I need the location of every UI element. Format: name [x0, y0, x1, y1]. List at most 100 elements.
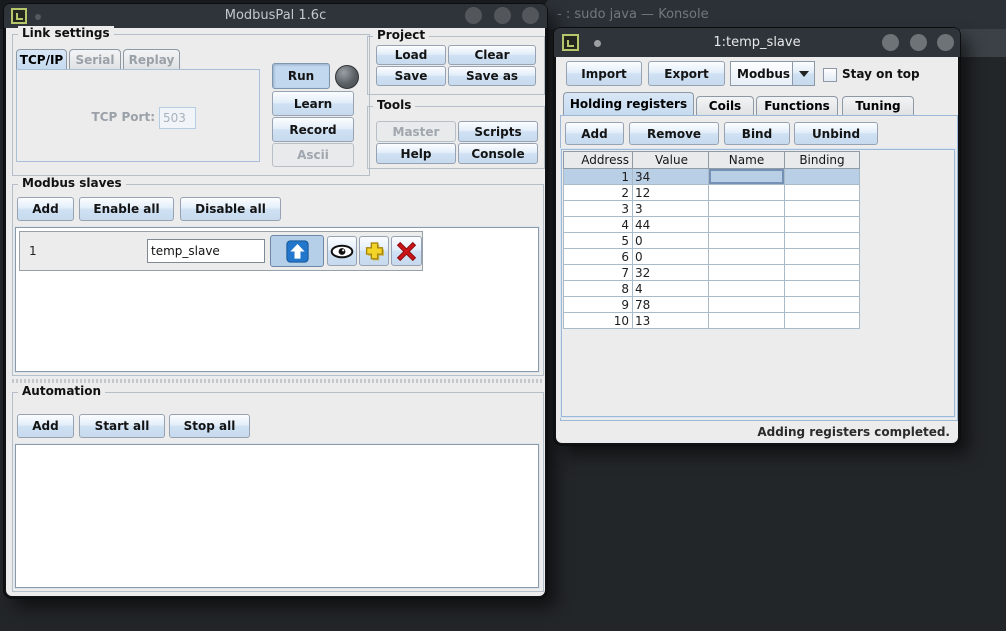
- register-add-button[interactable]: Add: [565, 122, 624, 145]
- cell-name[interactable]: [709, 281, 785, 297]
- disable-all-button[interactable]: Disable all: [180, 197, 281, 221]
- tab-holding-registers[interactable]: Holding registers: [563, 92, 694, 115]
- cell-name[interactable]: [709, 233, 785, 249]
- cell-binding[interactable]: [785, 297, 860, 313]
- cell-name[interactable]: [709, 265, 785, 281]
- close-button[interactable]: [522, 7, 539, 24]
- cell-name[interactable]: [709, 217, 785, 233]
- register-bind-button[interactable]: Bind: [724, 122, 790, 145]
- register-unbind-button[interactable]: Unbind: [794, 122, 878, 145]
- cell-value[interactable]: 4: [633, 281, 709, 297]
- register-row[interactable]: 212: [563, 185, 860, 201]
- slave-editor-titlebar[interactable]: 1:temp_slave: [554, 28, 960, 57]
- register-row[interactable]: 60: [563, 249, 860, 265]
- enable-all-button[interactable]: Enable all: [79, 197, 174, 221]
- register-row[interactable]: 134: [563, 169, 860, 185]
- cell-address[interactable]: 8: [563, 281, 633, 297]
- tab-tcpip[interactable]: TCP/IP: [16, 49, 67, 69]
- column-header-binding[interactable]: Binding: [785, 151, 860, 169]
- register-row[interactable]: 732: [563, 265, 860, 281]
- slave-up-button[interactable]: [270, 235, 324, 267]
- cell-value[interactable]: 13: [633, 313, 709, 329]
- cell-value[interactable]: 0: [633, 249, 709, 265]
- cell-value[interactable]: 12: [633, 185, 709, 201]
- help-button[interactable]: Help: [376, 143, 456, 164]
- cell-value[interactable]: 3: [633, 201, 709, 217]
- column-header-name[interactable]: Name: [709, 151, 785, 169]
- mode-combobox[interactable]: Modbus: [730, 61, 815, 86]
- scripts-button[interactable]: Scripts: [458, 121, 538, 142]
- register-row[interactable]: 978: [563, 297, 860, 313]
- cell-address[interactable]: 6: [563, 249, 633, 265]
- learn-button[interactable]: Learn: [272, 91, 354, 116]
- cell-binding[interactable]: [785, 249, 860, 265]
- cell-name[interactable]: [709, 201, 785, 217]
- start-all-button[interactable]: Start all: [79, 414, 165, 438]
- cell-binding[interactable]: [785, 201, 860, 217]
- cell-address[interactable]: 10: [563, 313, 633, 329]
- cell-binding[interactable]: [785, 281, 860, 297]
- maximize-button[interactable]: [494, 7, 511, 24]
- master-button[interactable]: Master: [376, 121, 456, 142]
- import-button[interactable]: Import: [566, 61, 642, 86]
- automation-add-button[interactable]: Add: [17, 414, 74, 438]
- register-row[interactable]: 1013: [563, 313, 860, 329]
- register-row[interactable]: 84: [563, 281, 860, 297]
- minimize-button[interactable]: [882, 34, 899, 51]
- console-button[interactable]: Console: [458, 143, 538, 164]
- cell-address[interactable]: 9: [563, 297, 633, 313]
- tcp-port-field[interactable]: [159, 107, 196, 129]
- close-button[interactable]: [937, 34, 954, 51]
- register-row[interactable]: 50: [563, 233, 860, 249]
- cell-name[interactable]: [709, 185, 785, 201]
- cell-address[interactable]: 4: [563, 217, 633, 233]
- split-divider[interactable]: [12, 379, 542, 383]
- modbuspal-titlebar[interactable]: ModbusPal 1.6c: [4, 4, 547, 28]
- tab-functions[interactable]: Functions: [756, 96, 838, 115]
- konsole-titlebar[interactable]: - : sudo java — Konsole: [545, 0, 1006, 29]
- slave-add-automation-button[interactable]: [359, 236, 389, 266]
- slave-delete-button[interactable]: [391, 236, 422, 266]
- cell-binding[interactable]: [785, 233, 860, 249]
- save-button[interactable]: Save: [376, 66, 446, 86]
- register-remove-button[interactable]: Remove: [629, 122, 719, 145]
- export-button[interactable]: Export: [648, 61, 725, 86]
- save-as-button[interactable]: Save as: [448, 66, 536, 86]
- tab-tuning[interactable]: Tuning: [842, 96, 914, 115]
- ascii-button[interactable]: Ascii: [272, 143, 354, 167]
- cell-name[interactable]: [709, 313, 785, 329]
- column-header-value[interactable]: Value: [633, 151, 709, 169]
- cell-value[interactable]: 44: [633, 217, 709, 233]
- clear-button[interactable]: Clear: [448, 45, 536, 65]
- tab-serial[interactable]: Serial: [69, 49, 121, 69]
- cell-binding[interactable]: [785, 265, 860, 281]
- stay-on-top-checkbox[interactable]: [823, 68, 837, 82]
- cell-address[interactable]: 2: [563, 185, 633, 201]
- maximize-button[interactable]: [910, 34, 927, 51]
- run-button[interactable]: Run: [272, 63, 330, 89]
- record-button[interactable]: Record: [272, 117, 354, 142]
- cell-address[interactable]: 3: [563, 201, 633, 217]
- cell-address[interactable]: 1: [563, 169, 633, 185]
- combobox-arrow-button[interactable]: [792, 62, 814, 85]
- cell-address[interactable]: 7: [563, 265, 633, 281]
- cell-name[interactable]: [709, 249, 785, 265]
- cell-binding[interactable]: [785, 313, 860, 329]
- cell-name[interactable]: [709, 297, 785, 313]
- register-row[interactable]: 444: [563, 217, 860, 233]
- cell-name[interactable]: [709, 169, 785, 185]
- load-button[interactable]: Load: [376, 45, 446, 65]
- cell-value[interactable]: 78: [633, 297, 709, 313]
- cell-address[interactable]: 5: [563, 233, 633, 249]
- konsole-titlebar-remainder[interactable]: [960, 29, 1006, 57]
- cell-binding[interactable]: [785, 185, 860, 201]
- slave-add-button[interactable]: Add: [17, 197, 74, 221]
- minimize-button[interactable]: [465, 7, 482, 24]
- cell-binding[interactable]: [785, 169, 860, 185]
- slave-show-button[interactable]: [327, 236, 357, 266]
- column-header-address[interactable]: Address: [563, 151, 633, 169]
- cell-value[interactable]: 0: [633, 233, 709, 249]
- register-row[interactable]: 33: [563, 201, 860, 217]
- stop-all-button[interactable]: Stop all: [169, 414, 250, 438]
- cell-binding[interactable]: [785, 217, 860, 233]
